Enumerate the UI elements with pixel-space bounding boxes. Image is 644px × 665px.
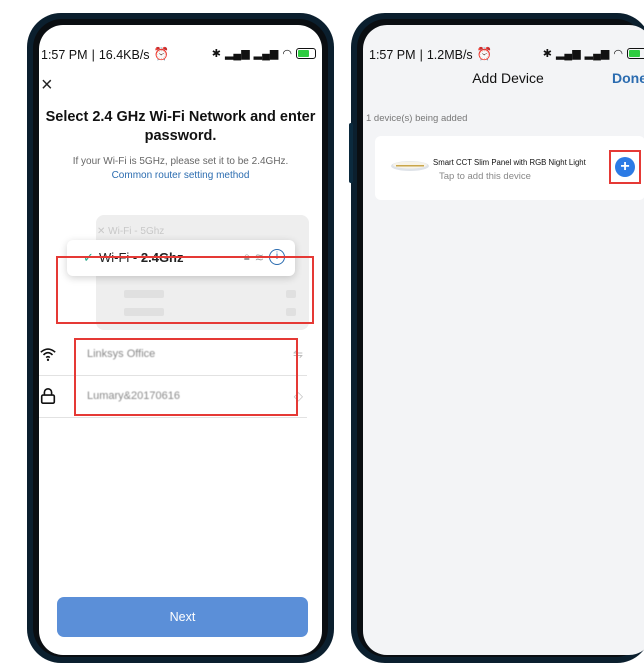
- ghost-network-label: ✕ Wi-Fi - 5Ghz: [97, 226, 165, 237]
- router-setting-link[interactable]: Common router setting method: [39, 169, 322, 183]
- status-bar: 1:57 PM | 1.2MB/s ⏰ ✱ ▂▄▆ ▂▄▆ ◠: [363, 25, 644, 65]
- alarm-icon: ⏰: [476, 47, 493, 61]
- close-icon[interactable]: ×: [41, 75, 53, 95]
- annotation-box-network: [56, 256, 314, 324]
- add-device-screen: 1:57 PM | 1.2MB/s ⏰ ✱ ▂▄▆ ▂▄▆ ◠ Add Devi…: [363, 25, 644, 655]
- status-separator: |: [419, 47, 423, 62]
- bluetooth-icon: ✱: [542, 48, 552, 60]
- lock-icon: [40, 388, 56, 405]
- done-button[interactable]: Done: [612, 70, 644, 86]
- signal-icon: ▂▄▆: [555, 48, 581, 60]
- wifi-icon: [40, 348, 56, 362]
- next-button[interactable]: Next: [57, 597, 308, 637]
- battery-icon: [296, 48, 316, 59]
- device-card[interactable]: Smart CCT Slim Panel with RGB Night Ligh…: [375, 136, 644, 200]
- hint-text: If your Wi-Fi is 5GHz, please set it to …: [39, 155, 322, 183]
- annotation-box-credentials: [74, 338, 298, 416]
- ghost-network-name: Wi-Fi - 5Ghz: [108, 226, 165, 237]
- right-phone-frame: 1:57 PM | 1.2MB/s ⏰ ✱ ▂▄▆ ▂▄▆ ◠ Add Devi…: [349, 13, 644, 663]
- wifi-status-icon: ◠: [613, 48, 623, 60]
- status-bar: 1:57 PM | 16.4KB/s ⏰ ✱ ▂▄▆ ▂▄▆ ◠: [39, 25, 322, 65]
- alarm-icon: ⏰: [153, 47, 170, 61]
- page-title: Add Device: [472, 70, 544, 86]
- annotation-box-add: [609, 150, 641, 184]
- bluetooth-icon: ✱: [211, 48, 221, 60]
- wifi-setup-screen: 1:57 PM | 16.4KB/s ⏰ ✱ ▂▄▆ ▂▄▆ ◠ × Selec…: [39, 25, 322, 655]
- volume-button: [349, 123, 353, 183]
- signal-icon: ▂▄▆: [224, 48, 250, 60]
- device-name: Smart CCT Slim Panel with RGB Night Ligh…: [433, 158, 586, 167]
- signal-icon-2: ▂▄▆: [253, 48, 279, 60]
- status-time: 1:57 PM: [41, 47, 88, 62]
- page-title: Select 2.4 GHz Wi-Fi Network and enter p…: [45, 109, 316, 144]
- left-phone-frame: 1:57 PM | 16.4KB/s ⏰ ✱ ▂▄▆ ▂▄▆ ◠ × Selec…: [27, 13, 334, 663]
- status-time: 1:57 PM: [369, 47, 416, 62]
- wifi-status-icon: ◠: [282, 48, 292, 60]
- signal-icon-2: ▂▄▆: [584, 48, 610, 60]
- device-subtitle: Tap to add this device: [439, 171, 531, 182]
- status-separator: |: [91, 47, 95, 62]
- hint-message: If your Wi-Fi is 5GHz, please set it to …: [72, 156, 289, 167]
- battery-icon: [627, 48, 644, 59]
- panel-light-icon: [391, 161, 429, 171]
- status-net-speed: 1.2MB/s: [426, 47, 473, 62]
- status-net-speed: 16.4KB/s: [98, 47, 150, 62]
- devices-status-text: 1 device(s) being added: [366, 113, 468, 124]
